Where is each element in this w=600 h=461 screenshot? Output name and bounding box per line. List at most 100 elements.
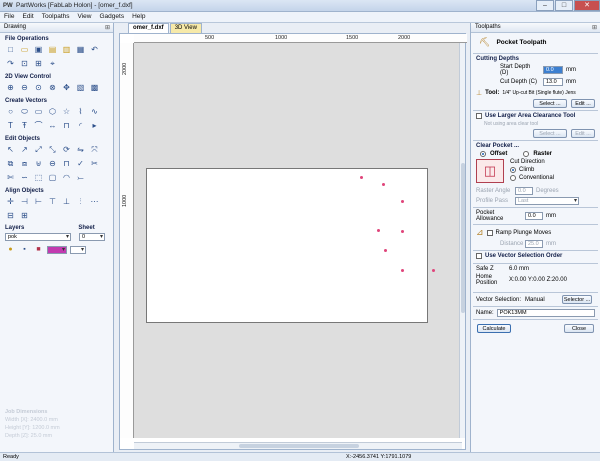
trim-icon[interactable]: ✂ (89, 158, 100, 169)
layer-options-select[interactable] (70, 245, 86, 254)
job-setup-icon[interactable]: ▦ (75, 44, 86, 55)
curve-fit-icon[interactable]: ∽ (19, 172, 30, 183)
offset-radio[interactable] (480, 151, 486, 157)
zoom-fit-icon[interactable]: ⊗ (47, 82, 58, 93)
horizontal-scroll-thumb[interactable] (239, 444, 359, 448)
vector-order-checkbox[interactable] (476, 253, 482, 259)
mirror-icon[interactable]: ⇋ (75, 144, 86, 155)
layer-select[interactable]: pok (5, 233, 71, 241)
pocket-allowance-input[interactable]: 0.0 (525, 212, 543, 220)
layer-color-select[interactable] (47, 245, 67, 254)
text-box-icon[interactable]: Ŧ (19, 120, 30, 131)
area-tool-select-button[interactable]: Select ... (533, 129, 567, 138)
menu-file[interactable]: File (0, 12, 18, 22)
drill-point[interactable] (377, 229, 380, 232)
maximize-button[interactable]: □ (555, 0, 573, 11)
transform-icon[interactable]: ⤢ (33, 144, 44, 155)
star-icon[interactable]: ☆ (61, 106, 72, 117)
node-edit-icon[interactable]: ↗ (19, 144, 30, 155)
lock-icon[interactable]: ▪ (19, 244, 30, 255)
ramp-checkbox[interactable] (486, 229, 493, 236)
import-vectors-icon[interactable]: ▤ (47, 44, 58, 55)
cut-depth-input[interactable]: 13.0 (543, 78, 563, 86)
zoom-out-icon[interactable]: ⊖ (19, 82, 30, 93)
calculate-button[interactable]: Calculate (477, 324, 511, 333)
climb-radio[interactable] (510, 167, 516, 173)
menu-gadgets[interactable]: Gadgets (96, 12, 129, 22)
tool-edit-button[interactable]: Edit ... (571, 99, 595, 108)
drill-point[interactable] (360, 176, 363, 179)
curve-icon[interactable]: ∿ (89, 106, 100, 117)
bitmap-trace-icon[interactable]: ▸ (89, 120, 100, 131)
distribute-v-icon[interactable]: ⊞ (19, 210, 30, 221)
import-bitmap-icon[interactable]: ▥ (61, 44, 72, 55)
drill-point[interactable] (401, 269, 404, 272)
ellipse-icon[interactable]: ⬭ (19, 106, 30, 117)
zoom-extents-icon[interactable]: ⊡ (19, 58, 30, 69)
vertical-scroll-thumb[interactable] (461, 163, 465, 313)
text-icon[interactable]: T (5, 120, 16, 131)
pan-icon[interactable]: ✥ (61, 82, 72, 93)
area-tool-edit-button[interactable]: Edit ... (571, 129, 595, 138)
grid-icon[interactable]: ▩ (89, 82, 100, 93)
drawing-canvas[interactable]: 500 1000 1500 2000 2000 1000 (119, 33, 467, 450)
toolpath-name-input[interactable]: POK13MM (496, 309, 595, 317)
weld-icon[interactable]: ⊎ (33, 158, 44, 169)
circle-icon[interactable]: ○ (5, 106, 16, 117)
scale-icon[interactable]: ⤡ (47, 144, 58, 155)
drawing-background[interactable] (134, 43, 462, 438)
measure-icon[interactable]: ⌖ (47, 58, 58, 69)
close-button[interactable]: Close (564, 324, 594, 333)
align-top-icon[interactable]: ⊤ (47, 196, 58, 207)
tab-3d-view[interactable]: 3D View (169, 23, 202, 33)
join-icon[interactable]: ✓ (75, 158, 86, 169)
profile-pass-select[interactable]: Last (515, 197, 579, 205)
job-material-area[interactable] (146, 168, 435, 323)
menu-edit[interactable]: Edit (18, 12, 37, 22)
start-depth-input[interactable]: 0.0 (543, 66, 563, 74)
menu-toolpaths[interactable]: Toolpaths (38, 12, 74, 22)
layer-color-icon[interactable]: ■ (33, 244, 44, 255)
nest-icon[interactable]: ▢ (47, 172, 58, 183)
array-icon[interactable]: ⬚ (33, 172, 44, 183)
snap-icon[interactable]: ⊞ (33, 58, 44, 69)
group-icon[interactable]: ⧉ (5, 158, 16, 169)
text-arc-icon[interactable]: ⌒ (33, 120, 44, 131)
dimension-icon[interactable]: ↔ (47, 120, 58, 131)
menu-view[interactable]: View (74, 12, 96, 22)
zoom-box-icon[interactable]: ⊙ (33, 82, 44, 93)
undo-icon[interactable]: ↶ (89, 44, 100, 55)
redo-icon[interactable]: ↷ (5, 58, 16, 69)
drill-point[interactable] (401, 200, 404, 203)
drill-point[interactable] (432, 269, 435, 272)
align-center-icon[interactable]: ✛ (5, 196, 16, 207)
align-bottom-icon[interactable]: ⊥ (61, 196, 72, 207)
tab-omer-dxf[interactable]: omer_f.dxf (128, 23, 169, 33)
selector-button[interactable]: Selector ... (562, 295, 592, 304)
rectangle-icon[interactable]: ▭ (33, 106, 44, 117)
rotate-icon[interactable]: ⟳ (61, 144, 72, 155)
sheet-select[interactable]: 0 (79, 233, 105, 241)
offset-icon[interactable]: ⊓ (61, 120, 72, 131)
distort-icon[interactable]: ⤧ (89, 144, 100, 155)
minimize-button[interactable]: – (536, 0, 554, 11)
intersect-icon[interactable]: ⊓ (61, 158, 72, 169)
distribute-h-icon[interactable]: ⊟ (5, 210, 16, 221)
align-left-icon[interactable]: ⊣ (19, 196, 30, 207)
drill-point[interactable] (384, 249, 387, 252)
scissors-icon[interactable]: ✄ (5, 172, 16, 183)
ungroup-icon[interactable]: ⧈ (19, 158, 30, 169)
align-right-icon[interactable]: ⊢ (33, 196, 44, 207)
tool-select-button[interactable]: Select ... (533, 99, 567, 108)
horizontal-scrollbar[interactable] (134, 442, 462, 449)
drill-point[interactable] (382, 183, 385, 186)
pin-icon[interactable]: ⊞ (105, 24, 110, 31)
rulers-icon[interactable]: ▧ (75, 82, 86, 93)
vertical-scrollbar[interactable] (459, 43, 465, 438)
subtract-icon[interactable]: ⊖ (47, 158, 58, 169)
light-bulb-icon[interactable]: ● (5, 244, 16, 255)
extend-icon[interactable]: ⤚ (75, 172, 86, 183)
raster-angle-input[interactable]: 0.0 (515, 187, 533, 195)
polygon-icon[interactable]: ⬡ (47, 106, 58, 117)
select-icon[interactable]: ↖ (5, 144, 16, 155)
